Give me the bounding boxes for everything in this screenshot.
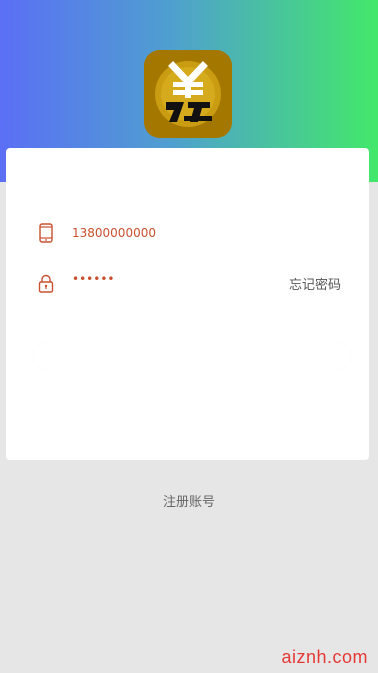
phone-input[interactable] (72, 223, 272, 243)
register-account-link[interactable]: 注册账号 (0, 491, 378, 510)
forgot-password-link[interactable]: 忘记密码 (289, 274, 341, 293)
phone-icon (36, 221, 56, 245)
watermark-text: aiznh.com (281, 647, 368, 667)
password-input[interactable]: •••••• (72, 272, 114, 286)
login-button[interactable] (33, 342, 351, 370)
phone-row (6, 218, 369, 248)
app-logo-icon (144, 50, 232, 138)
login-card: •••••• 忘记密码 (6, 148, 369, 460)
password-row: •••••• 忘记密码 (6, 268, 369, 298)
lock-icon (36, 271, 56, 295)
